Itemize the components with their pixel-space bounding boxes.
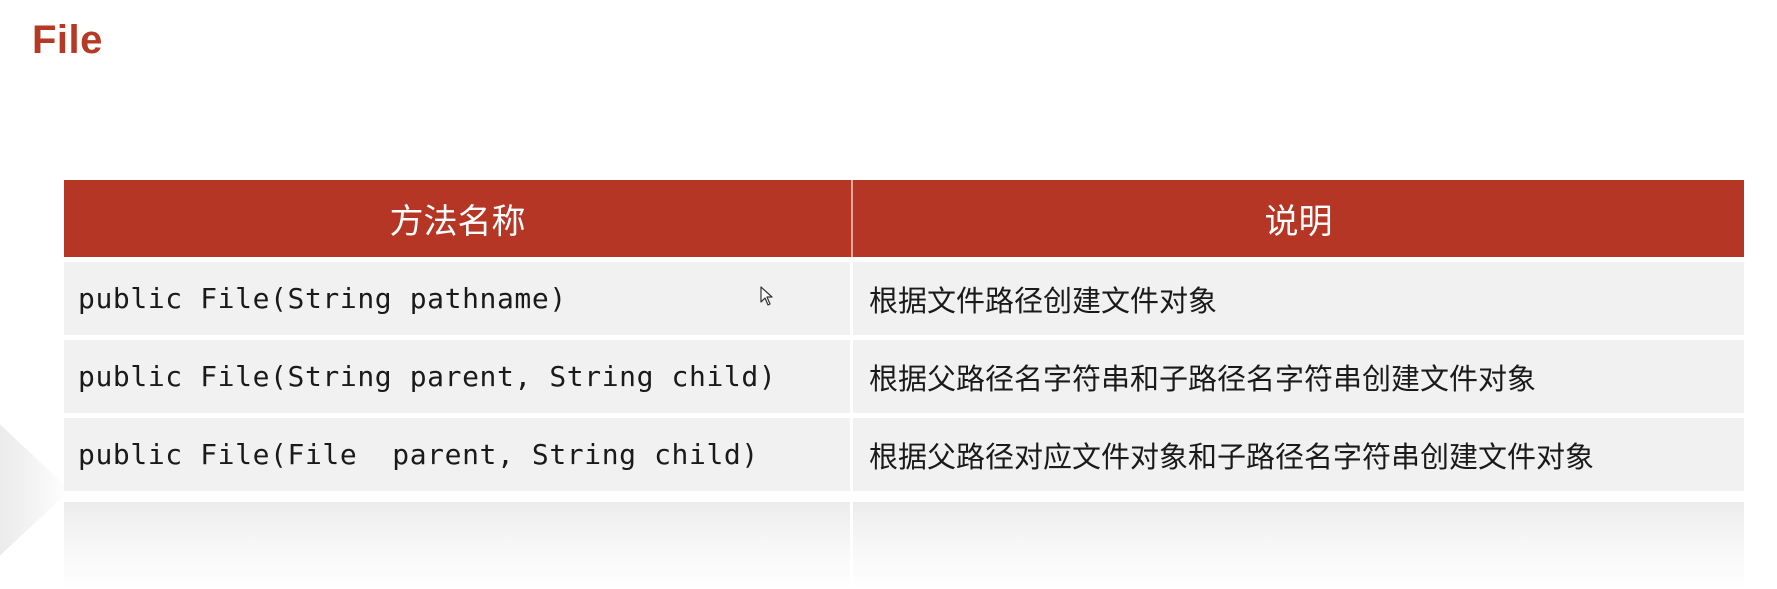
method-cell: public File(String pathname) (64, 262, 853, 335)
description-cell: 根据父路径对应文件对象和子路径名字符串创建文件对象 (853, 418, 1744, 491)
mouse-pointer-icon (760, 286, 773, 306)
method-cell: public File(String parent, String child) (64, 340, 853, 413)
decorative-shape (0, 415, 70, 565)
description-cell: 根据文件路径创建文件对象 (853, 262, 1744, 335)
page-title: File (32, 18, 103, 62)
method-table: 方法名称 说明 public File(String pathname) 根据文… (64, 180, 1744, 491)
table-row: public File(String parent, String child)… (64, 335, 1744, 413)
table-header-row: 方法名称 说明 (64, 180, 1744, 257)
table-reflection (64, 502, 1744, 589)
reflection-left (64, 502, 853, 589)
header-method-name: 方法名称 (64, 180, 853, 257)
reflection-right (853, 502, 1744, 589)
table-row: public File(File parent, String child) 根… (64, 413, 1744, 491)
table-row: public File(String pathname) 根据文件路径创建文件对… (64, 257, 1744, 335)
slide: File 方法名称 说明 public File(String pathname… (0, 0, 1777, 589)
method-cell: public File(File parent, String child) (64, 418, 853, 491)
header-description: 说明 (853, 180, 1744, 257)
description-cell: 根据父路径名字符串和子路径名字符串创建文件对象 (853, 340, 1744, 413)
